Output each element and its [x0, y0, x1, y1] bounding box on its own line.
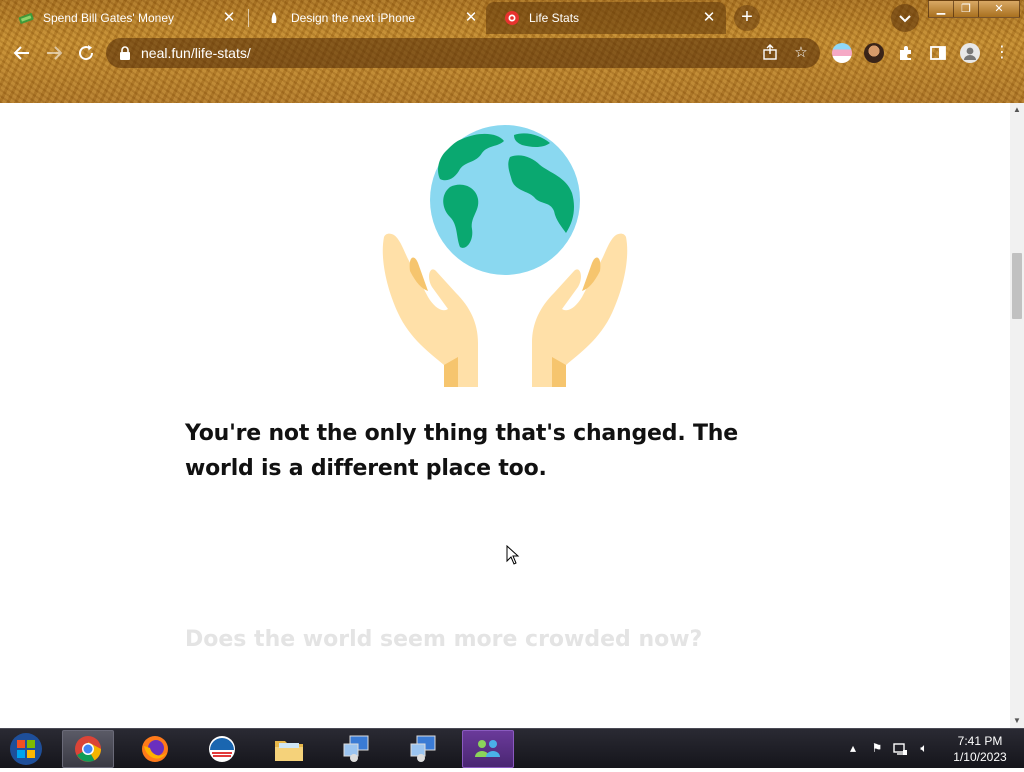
new-tab-button[interactable]: +: [734, 5, 760, 31]
money-stack-icon: [18, 10, 34, 26]
windows-taskbar: ▴ ⚑ 🔈︎ 7:41 PM 1/10/2023: [0, 728, 1024, 768]
browser-toolbar: neal.fun/life-stats/ ☆ ⋮: [0, 35, 1024, 71]
bookmark-star-icon[interactable]: ☆: [791, 43, 811, 63]
tab-strip: Spend Bill Gates' Money ✕ Design the nex…: [0, 0, 1024, 34]
clock-time: 7:41 PM: [957, 734, 1003, 748]
page-content: You're not the only thing that's changed…: [0, 103, 1010, 728]
scroll-up-icon[interactable]: ▲: [1010, 103, 1024, 117]
lock-icon: [118, 45, 132, 61]
taskbar-firefox[interactable]: [129, 730, 181, 768]
tab-title: Spend Bill Gates' Money: [43, 11, 175, 25]
url-text: neal.fun/life-stats/: [141, 45, 251, 61]
tab-life-stats[interactable]: Life Stats ✕: [486, 2, 726, 34]
chrome-icon: [75, 736, 102, 762]
firefox-icon: [142, 736, 168, 762]
back-button[interactable]: [10, 41, 34, 65]
share-icon[interactable]: [760, 43, 780, 63]
computer-network-icon: [410, 735, 436, 762]
extension-flag-icon[interactable]: [832, 43, 852, 63]
system-clock[interactable]: 7:41 PM 1/10/2023: [945, 733, 1015, 765]
circle-logo-icon: [209, 736, 235, 762]
next-section-heading: Does the world seem more crowded now?: [185, 627, 703, 652]
lead-paragraph: You're not the only thing that's changed…: [185, 421, 738, 481]
close-tab-icon[interactable]: ✕: [462, 9, 480, 27]
extension-avatar-icon[interactable]: [864, 43, 884, 63]
side-panel-icon[interactable]: [928, 43, 948, 63]
back-arrow-icon: [13, 46, 29, 60]
chevron-down-icon: [899, 15, 911, 23]
restore-button[interactable]: ❐: [953, 0, 979, 18]
iphone-favicon-icon: [266, 10, 282, 26]
taskbar-users-app[interactable]: [462, 730, 514, 768]
extensions-puzzle-icon[interactable]: [896, 43, 916, 63]
forward-button[interactable]: [42, 41, 66, 65]
folder-icon: [275, 741, 303, 761]
taskbar-network-tool-1[interactable]: [330, 730, 382, 768]
tab-design-next-iphone[interactable]: Design the next iPhone ✕: [248, 2, 488, 34]
tab-title: Design the next iPhone: [291, 11, 416, 25]
reload-icon: [79, 45, 94, 61]
close-window-button[interactable]: ✕: [978, 0, 1020, 18]
browser-chrome: Spend Bill Gates' Money ✕ Design the nex…: [0, 0, 1024, 103]
taskbar-chrome[interactable]: [62, 730, 114, 768]
start-button[interactable]: [4, 731, 48, 767]
windows-logo-icon: [10, 733, 42, 765]
taskbar-network-tool-2[interactable]: [397, 730, 449, 768]
profile-avatar-icon[interactable]: [960, 43, 980, 63]
mouse-cursor-icon: [506, 545, 520, 565]
network-icon[interactable]: [892, 741, 908, 757]
scrollbar-thumb[interactable]: [1012, 253, 1022, 319]
tab-spend-bill-gates-money[interactable]: Spend Bill Gates' Money ✕: [0, 2, 246, 34]
tab-search-button[interactable]: [891, 4, 919, 32]
tab-title: Life Stats: [529, 11, 580, 25]
minimize-button[interactable]: ▁: [928, 0, 954, 18]
computer-network-icon: [343, 735, 369, 762]
globe-in-hands-illustration: [382, 125, 628, 387]
volume-icon[interactable]: 🔈︎: [916, 741, 932, 757]
clock-date: 1/10/2023: [953, 750, 1007, 764]
close-tab-icon[interactable]: ✕: [220, 9, 238, 27]
forward-arrow-icon: [47, 46, 63, 60]
taskbar-campaign-app[interactable]: [196, 730, 248, 768]
close-tab-icon[interactable]: ✕: [700, 9, 718, 27]
browser-menu-icon[interactable]: ⋮: [992, 43, 1012, 63]
page-scrollbar[interactable]: ▲ ▼: [1010, 103, 1024, 728]
scroll-down-icon[interactable]: ▼: [1010, 714, 1024, 728]
users-icon: [475, 740, 500, 757]
address-bar[interactable]: neal.fun/life-stats/ ☆: [106, 38, 820, 68]
taskbar-file-explorer[interactable]: [263, 730, 315, 768]
show-hidden-icons-icon[interactable]: ▴: [845, 741, 861, 757]
life-stats-favicon-icon: [504, 10, 520, 26]
reload-button[interactable]: [74, 41, 98, 65]
action-center-flag-icon[interactable]: ⚑: [869, 741, 885, 757]
